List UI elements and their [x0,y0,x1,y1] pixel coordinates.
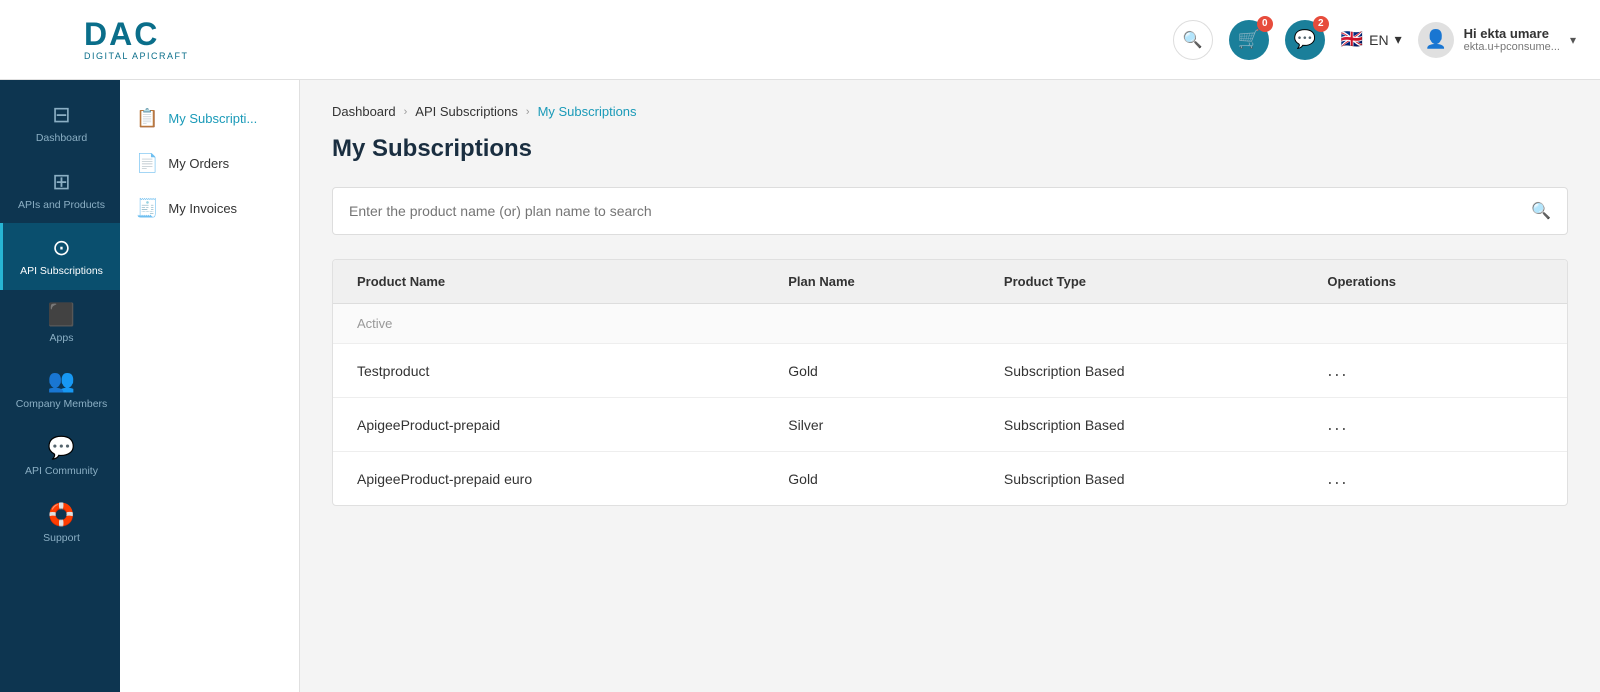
breadcrumb-sep-2: › [526,106,530,118]
sidebar-label-subscriptions: API Subscriptions [20,265,103,278]
flag-icon: 🇬🇧 [1341,29,1363,50]
ops-menu-0[interactable]: ... [1327,360,1543,381]
user-greeting: Hi ekta umare [1464,26,1560,41]
notifications-icon: 💬 [1294,29,1316,50]
sidebar-item-company-members[interactable]: 👥 Company Members [0,356,120,423]
cell-type-1: Subscription Based [1004,417,1327,433]
col-plan-name: Plan Name [788,274,1004,289]
my-orders-icon: 📄 [136,153,158,174]
sidebar-label-dashboard: Dashboard [36,132,87,145]
support-icon: 🛟 [48,502,75,528]
cell-type-2: Subscription Based [1004,471,1327,487]
language-selector[interactable]: 🇬🇧 EN ▾ [1341,29,1402,50]
breadcrumb-current: My Subscriptions [538,104,637,119]
main-content: Dashboard › API Subscriptions › My Subsc… [300,80,1600,692]
notifications-button[interactable]: 💬 2 [1285,20,1325,60]
table-row: Testproduct Gold Subscription Based ... [333,344,1567,398]
user-menu[interactable]: 👤 Hi ekta umare ekta.u+pconsume... ▾ [1418,22,1576,58]
dashboard-icon: ⊟ [52,102,70,128]
sec-sidebar-my-orders[interactable]: 📄 My Orders [120,141,299,186]
page-title: My Subscriptions [332,135,1568,163]
sidebar-label-apis: APIs and Products [18,199,105,212]
sidebar-item-apis-products[interactable]: ⊞ APIs and Products [0,157,120,224]
section-label-active: Active [333,304,1567,344]
table-row: ApigeeProduct-prepaid Silver Subscriptio… [333,398,1567,452]
header-actions: 🔍 🛒 0 💬 2 🇬🇧 EN ▾ 👤 Hi ekta umare ekta.u… [1173,20,1576,60]
cell-plan-2: Gold [788,471,1004,487]
search-icon: 🔍 [1183,30,1203,50]
cell-product-1: ApigeeProduct-prepaid [357,417,788,433]
search-button[interactable]: 🔍 [1173,20,1213,60]
logo-main: DAC [84,18,189,50]
avatar: 👤 [1418,22,1454,58]
breadcrumb-sep-1: › [404,106,408,118]
logo: DAC DIGITAL APICRAFT [84,18,189,61]
company-members-icon: 👥 [48,368,75,394]
sidebar-label-apps: Apps [50,332,74,345]
language-label: EN [1369,32,1388,48]
sidebar-label-community: API Community [25,465,98,478]
sidebar-item-apps[interactable]: ⬛ Apps [0,290,120,357]
ops-menu-1[interactable]: ... [1327,414,1543,435]
sec-sidebar-label-orders: My Orders [168,156,229,171]
user-menu-chevron-icon: ▾ [1570,33,1576,47]
sidebar-item-api-subscriptions[interactable]: ⊙ API Subscriptions [0,223,120,290]
ops-menu-2[interactable]: ... [1327,468,1543,489]
sidebar-item-support[interactable]: 🛟 Support [0,490,120,557]
col-product-name: Product Name [357,274,788,289]
cell-type-0: Subscription Based [1004,363,1327,379]
sec-sidebar-label-subscriptions: My Subscripti... [168,111,257,126]
cell-plan-0: Gold [788,363,1004,379]
sidebar-label-support: Support [43,532,80,545]
user-email: ekta.u+pconsume... [1464,41,1560,53]
subscriptions-icon: ⊙ [52,235,70,261]
breadcrumb-dashboard[interactable]: Dashboard [332,104,396,119]
col-product-type: Product Type [1004,274,1327,289]
sec-sidebar-my-invoices[interactable]: 🧾 My Invoices [120,186,299,231]
top-header: DAC DIGITAL APICRAFT 🔍 🛒 0 💬 2 🇬🇧 EN ▾ 👤… [0,0,1600,80]
search-inner-icon: 🔍 [1531,201,1551,221]
search-bar-wrap: 🔍 [332,187,1568,235]
subscriptions-table: Product Name Plan Name Product Type Oper… [332,259,1568,506]
apps-icon: ⬛ [48,302,75,328]
cell-product-0: Testproduct [357,363,788,379]
notifications-badge: 2 [1313,16,1329,32]
cart-icon: 🛒 [1238,29,1260,50]
community-icon: 💬 [48,435,75,461]
search-input[interactable] [349,203,1531,219]
cell-plan-1: Silver [788,417,1004,433]
logo-sub: DIGITAL APICRAFT [84,52,189,61]
sidebar-item-api-community[interactable]: 💬 API Community [0,423,120,490]
table-row: ApigeeProduct-prepaid euro Gold Subscrip… [333,452,1567,505]
avatar-icon: 👤 [1424,29,1446,50]
apis-icon: ⊞ [52,169,70,195]
cart-button[interactable]: 🛒 0 [1229,20,1269,60]
breadcrumb-api-subscriptions[interactable]: API Subscriptions [415,104,518,119]
my-invoices-icon: 🧾 [136,198,158,219]
table-header: Product Name Plan Name Product Type Oper… [333,260,1567,304]
language-chevron-icon: ▾ [1395,31,1402,48]
sidebar-item-dashboard[interactable]: ⊟ Dashboard [0,90,120,157]
cart-badge: 0 [1257,16,1273,32]
col-operations: Operations [1327,274,1543,289]
body-layout: ⊟ Dashboard ⊞ APIs and Products ⊙ API Su… [0,80,1600,692]
secondary-sidebar: 📋 My Subscripti... 📄 My Orders 🧾 My Invo… [120,80,300,692]
cell-product-2: ApigeeProduct-prepaid euro [357,471,788,487]
sec-sidebar-my-subscriptions[interactable]: 📋 My Subscripti... [120,96,299,141]
sidebar-label-company-members: Company Members [16,398,108,411]
breadcrumb: Dashboard › API Subscriptions › My Subsc… [332,104,1568,119]
sec-sidebar-label-invoices: My Invoices [168,201,237,216]
sidebar: ⊟ Dashboard ⊞ APIs and Products ⊙ API Su… [0,80,120,692]
my-subscriptions-icon: 📋 [136,108,158,129]
